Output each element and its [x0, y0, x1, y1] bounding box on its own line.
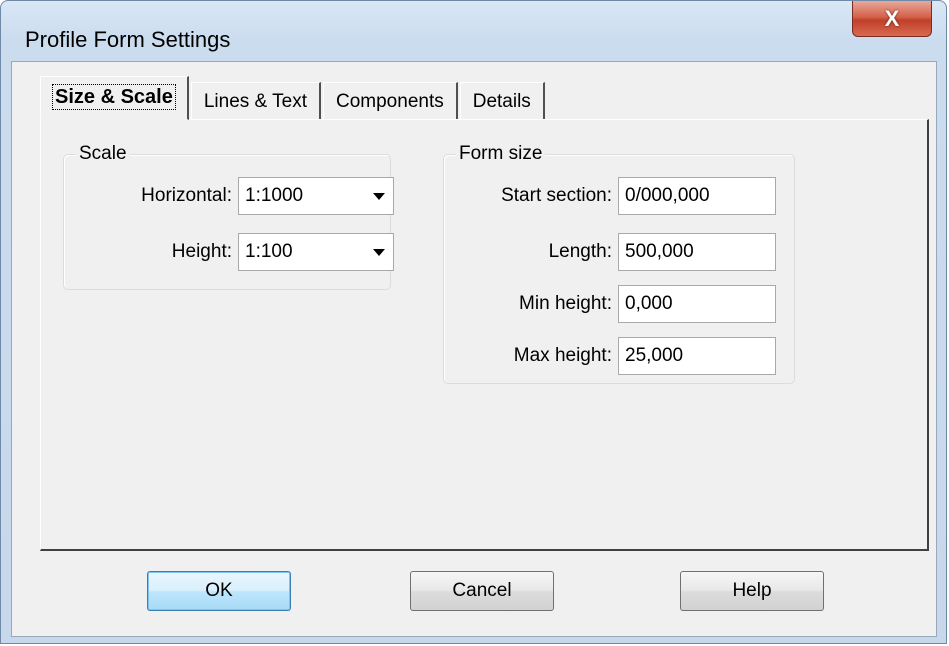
length-label: Length: — [548, 241, 612, 262]
tab-size-scale[interactable]: Size & Scale — [40, 76, 189, 120]
max-height-label: Max height: — [513, 345, 612, 366]
tab-lines-text[interactable]: Lines & Text — [190, 82, 321, 120]
min-height-label: Min height: — [519, 293, 612, 314]
tab-label: Size & Scale — [52, 84, 176, 110]
horizontal-label: Horizontal: — [141, 185, 232, 206]
dialog-window: Profile Form Settings X Size & Scale Lin… — [0, 0, 947, 644]
height-label: Height: — [171, 241, 232, 262]
min-height-field[interactable]: 0,000 — [618, 285, 776, 323]
form-size-group-legend: Form size — [456, 143, 546, 165]
start-section-label: Start section: — [501, 185, 612, 206]
help-button[interactable]: Help — [680, 571, 824, 611]
tab-components[interactable]: Components — [323, 82, 458, 120]
scale-group-legend: Scale — [76, 143, 130, 165]
ok-button[interactable]: OK — [147, 571, 291, 611]
horizontal-row: Horizontal: 1:1000 — [64, 177, 394, 215]
start-section-row: Start section: 0/000,000 — [444, 177, 776, 215]
close-button[interactable]: X — [852, 1, 932, 37]
close-icon: X — [884, 5, 900, 31]
tab-panel-size-scale: Scale Horizontal: 1:1000 Height: 1:100 F… — [40, 119, 929, 551]
scale-group: Scale Horizontal: 1:1000 Height: 1:100 — [63, 143, 394, 290]
length-row: Length: 500,000 — [444, 233, 776, 271]
tab-label: Details — [472, 91, 531, 112]
start-section-field[interactable]: 0/000,000 — [618, 177, 776, 215]
tab-strip: Size & Scale Lines & Text Components Det… — [40, 74, 547, 120]
form-size-group: Form size Start section: 0/000,000 Lengt… — [443, 143, 795, 384]
window-title: Profile Form Settings — [25, 27, 231, 52]
cancel-button[interactable]: Cancel — [410, 571, 554, 611]
horizontal-scale-select[interactable]: 1:1000 — [238, 177, 394, 215]
height-row: Height: 1:100 — [64, 233, 394, 271]
tab-label: Lines & Text — [203, 91, 307, 112]
height-scale-select[interactable]: 1:100 — [238, 233, 394, 271]
tab-details[interactable]: Details — [459, 82, 545, 120]
horizontal-scale-value: 1:1000 — [245, 185, 304, 206]
chevron-down-icon[interactable] — [373, 249, 385, 256]
height-scale-value: 1:100 — [245, 241, 293, 262]
chevron-down-icon[interactable] — [373, 193, 385, 200]
dialog-client-area: Size & Scale Lines & Text Components Det… — [11, 61, 937, 637]
max-height-field[interactable]: 25,000 — [618, 337, 776, 375]
max-height-row: Max height: 25,000 — [444, 337, 776, 375]
tab-label: Components — [336, 91, 444, 112]
min-height-row: Min height: 0,000 — [444, 285, 776, 323]
length-field[interactable]: 500,000 — [618, 233, 776, 271]
